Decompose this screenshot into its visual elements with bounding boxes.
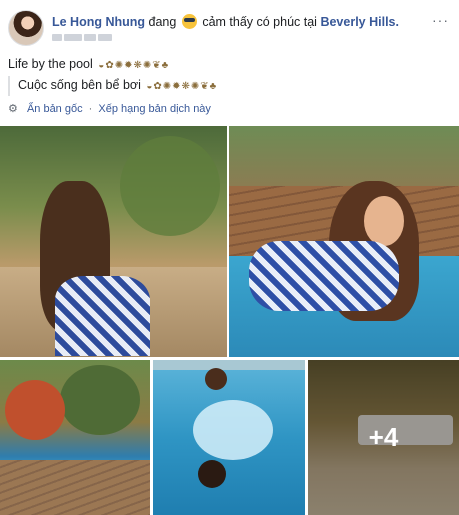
author-avatar[interactable] — [8, 10, 44, 46]
post-header-line: Le Hong Nhung đang cảm thấy có phúc tại … — [52, 14, 399, 30]
hide-original-link[interactable]: Ẩn bản gốc — [27, 103, 83, 115]
rate-translation-link[interactable]: Xếp hạng bản dịch này — [98, 103, 211, 115]
translated-text: Cuộc sống bên bể bơi — [18, 78, 141, 92]
post-text: Life by the pool ◒✿✺✹❋✺❦♣ — [8, 56, 169, 74]
more-photos-count[interactable]: +4 — [308, 360, 459, 515]
feeling-text: cảm thấy có phúc tại — [202, 15, 317, 29]
post-meta-blurred — [52, 32, 114, 42]
photo-5-more[interactable]: +4 — [308, 360, 459, 515]
location-link[interactable]: Beverly Hills. — [320, 15, 399, 29]
separator-dot: · — [88, 103, 93, 115]
post-header: Le Hong Nhung đang cảm thấy có phúc tại … — [8, 10, 451, 50]
photo-3[interactable] — [0, 360, 150, 515]
photo-4[interactable] — [153, 360, 305, 515]
photo-2[interactable] — [229, 126, 459, 357]
photo-grid: +4 — [0, 126, 459, 515]
photo-1[interactable] — [0, 126, 227, 357]
translation-links: ⚙ Ẩn bản gốc · Xếp hạng bản dịch này — [8, 102, 211, 115]
feeling-emoji-icon — [181, 14, 197, 29]
translated-emoji-row-icon: ◒✿✺✹❋✺❦♣ — [146, 81, 218, 92]
author-name[interactable]: Le Hong Nhung — [52, 15, 145, 29]
more-options-button[interactable]: ··· — [432, 12, 449, 28]
status-verb: đang — [148, 15, 177, 29]
gear-icon[interactable]: ⚙ — [8, 103, 18, 115]
original-text: Life by the pool — [8, 57, 93, 71]
emoji-row-icon: ◒✿✺✹❋✺❦♣ — [98, 60, 170, 71]
translation-box: Cuộc sống bên bể bơi ◒✿✺✹❋✺❦♣ — [8, 76, 268, 96]
